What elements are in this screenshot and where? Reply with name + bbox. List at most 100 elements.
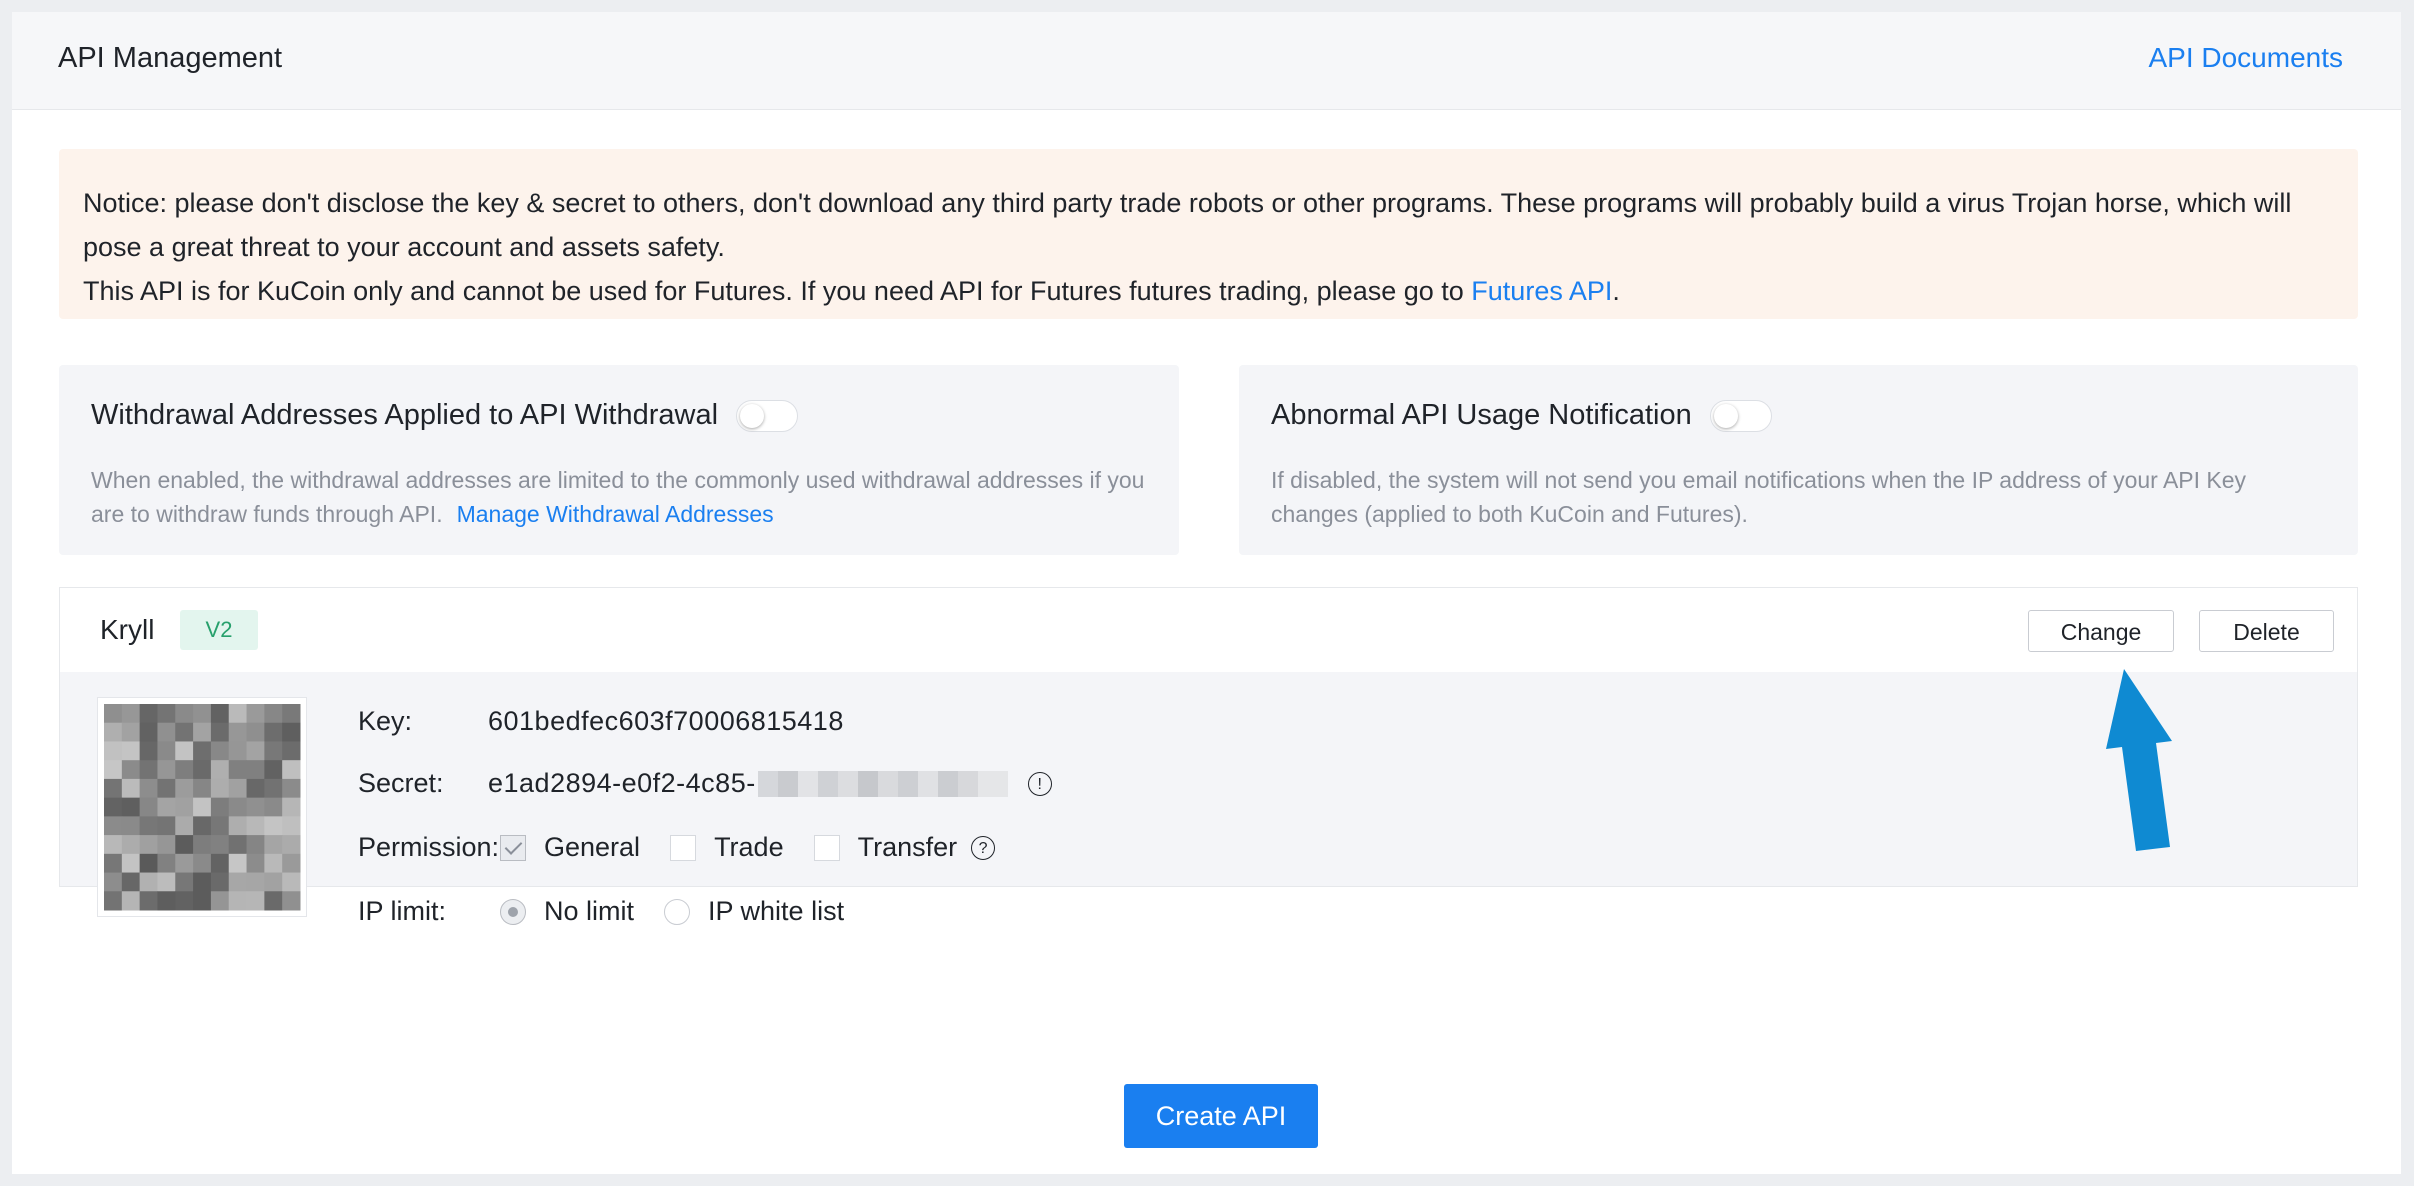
qr-pixel <box>264 704 283 724</box>
ip-white-list-label: IP white list <box>708 896 845 926</box>
qr-pixel <box>175 797 194 817</box>
qr-pixel <box>246 797 265 817</box>
qr-pixel <box>246 853 265 874</box>
qr-pixel <box>121 778 141 799</box>
qr-pixel <box>121 872 141 892</box>
qr-pixel <box>210 778 230 799</box>
qr-pixel <box>157 760 176 780</box>
qr-pixel <box>157 778 176 799</box>
qr-pixel <box>228 835 248 855</box>
general-checkbox[interactable] <box>500 834 526 861</box>
notification-card-title: Abnormal API Usage Notification <box>1271 399 1692 431</box>
qr-pixel <box>210 835 230 855</box>
qr-pixel <box>264 741 283 761</box>
permission-row: Permission: General Trade Transfer ? <box>358 832 996 863</box>
withdrawal-addresses-card: Withdrawal Addresses Applied to API With… <box>59 365 1179 555</box>
qr-pixel <box>175 891 194 911</box>
withdrawal-card-description: When enabled, the withdrawal addresses a… <box>91 463 1147 531</box>
ip-limit-label: IP limit: <box>358 896 447 926</box>
version-badge: V2 <box>180 610 258 650</box>
qr-pixel <box>104 722 123 742</box>
qr-pixel <box>282 778 301 799</box>
qr-pixel <box>246 872 265 892</box>
change-button[interactable]: Change <box>2028 610 2174 652</box>
qr-pixel <box>175 778 194 799</box>
arrow-pointer-icon <box>2106 669 2172 851</box>
qr-pixel <box>193 704 212 724</box>
qr-pixel <box>104 760 123 780</box>
qr-pixel <box>282 722 301 742</box>
qr-pixel <box>139 741 158 761</box>
qr-pixel <box>175 816 194 836</box>
qr-pixel <box>139 797 158 817</box>
qr-pixel <box>175 741 194 761</box>
help-icon[interactable]: ? <box>971 835 996 860</box>
qr-pixel <box>157 722 176 742</box>
info-icon[interactable]: ! <box>1027 771 1052 796</box>
delete-button[interactable]: Delete <box>2199 610 2334 652</box>
api-documents-link[interactable]: API Documents <box>2148 42 2343 74</box>
qr-pixel <box>193 853 212 874</box>
permission-trade[interactable]: Trade <box>670 832 784 863</box>
qr-pixel <box>121 704 141 724</box>
qr-pixel <box>139 816 158 836</box>
qr-pixel <box>104 741 123 761</box>
qr-pixel <box>264 778 283 799</box>
notice-text-2: This API is for KuCoin only and cannot b… <box>83 269 2334 313</box>
ip-no-limit-option[interactable]: No limit <box>500 896 634 927</box>
qr-pixel <box>264 835 283 855</box>
qr-pixel <box>246 760 265 780</box>
futures-api-link[interactable]: Futures API <box>1471 276 1612 306</box>
create-api-button[interactable]: Create API <box>1124 1084 1318 1148</box>
qr-code-image <box>98 698 306 916</box>
qr-pixel <box>228 722 248 742</box>
manage-withdrawal-addresses-link[interactable]: Manage Withdrawal Addresses <box>457 501 774 527</box>
qr-pixel <box>193 797 212 817</box>
qr-pixel <box>193 741 212 761</box>
qr-pixel <box>104 816 123 836</box>
qr-pixel <box>175 835 194 855</box>
qr-pixel <box>175 853 194 874</box>
abnormal-usage-notification-toggle[interactable] <box>1709 399 1772 432</box>
qr-pixel <box>121 760 141 780</box>
api-key-item-header: Kryll V2 Change Delete <box>60 588 2357 672</box>
qr-pixel <box>157 704 176 724</box>
no-limit-radio[interactable] <box>500 898 526 925</box>
permission-transfer[interactable]: Transfer <box>813 832 958 863</box>
qr-pixel <box>264 872 283 892</box>
trade-label: Trade <box>714 832 784 862</box>
pixelated-qr-icon <box>104 704 301 911</box>
qr-pixel <box>228 797 248 817</box>
qr-pixel <box>210 853 230 874</box>
qr-pixel <box>210 760 230 780</box>
transfer-label: Transfer <box>857 832 958 862</box>
toggle-knob <box>740 403 765 428</box>
qr-pixel <box>282 853 301 874</box>
ip-white-list-option[interactable]: IP white list <box>664 896 844 927</box>
trade-checkbox[interactable] <box>670 834 697 861</box>
notification-card-title-row: Abnormal API Usage Notification <box>1271 399 1772 432</box>
notice-banner: Notice: please don't disclose the key & … <box>59 149 2358 319</box>
qr-pixel <box>228 891 248 911</box>
qr-pixel <box>264 722 283 742</box>
qr-pixel <box>246 778 265 799</box>
key-label: Key: <box>358 706 413 736</box>
qr-pixel <box>139 872 158 892</box>
qr-pixel <box>139 835 158 855</box>
withdrawal-addresses-toggle[interactable] <box>736 399 799 432</box>
qr-pixel <box>282 760 301 780</box>
qr-pixel <box>264 760 283 780</box>
page-header: API Management API Documents <box>12 12 2401 110</box>
transfer-checkbox[interactable] <box>813 834 840 861</box>
qr-pixel <box>121 816 141 836</box>
qr-pixel <box>193 778 212 799</box>
no-limit-label: No limit <box>544 896 635 926</box>
qr-pixel <box>121 853 141 874</box>
qr-pixel <box>121 722 141 742</box>
ip-white-list-radio[interactable] <box>664 898 691 925</box>
qr-pixel <box>210 891 230 911</box>
qr-pixel <box>210 722 230 742</box>
qr-pixel <box>104 797 123 817</box>
qr-pixel <box>264 891 283 911</box>
permission-general[interactable]: General <box>500 832 640 863</box>
